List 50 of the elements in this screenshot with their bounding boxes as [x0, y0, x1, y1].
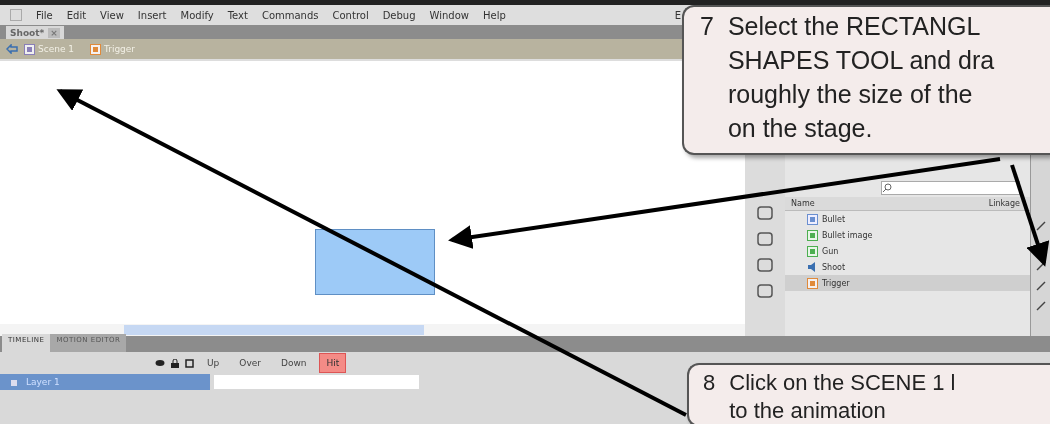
menu-item[interactable]: E	[674, 9, 682, 21]
tool-icon[interactable]	[1035, 281, 1046, 291]
menu-item[interactable]: Insert	[137, 9, 167, 21]
menu-item[interactable]: Help	[483, 9, 506, 21]
tool-icon[interactable]	[1035, 221, 1046, 231]
menu-item[interactable]: File	[36, 9, 53, 21]
horizontal-scrollbar[interactable]	[0, 324, 745, 336]
document-tab[interactable]: Shoot* ×	[6, 26, 64, 39]
search-icon	[882, 183, 892, 193]
menu-item[interactable]: Control	[332, 9, 369, 21]
frame-label[interactable]: Down	[273, 353, 314, 373]
column-header[interactable]: Name	[791, 199, 815, 208]
instruction-callout: 7 Select the RECTANGL SHAPES TOOL and dra roughly the size of the on the stage.	[682, 5, 1050, 155]
instruction-callout: 8 Click on the SCENE 1 l to the animation	[687, 363, 1050, 424]
tool-icon[interactable]	[1035, 261, 1046, 271]
movieclip-symbol-icon	[807, 213, 818, 225]
library-item[interactable]: Trigger	[785, 275, 1030, 291]
speaker-icon	[807, 262, 818, 272]
app-logo-icon	[10, 9, 22, 21]
menu-item[interactable]: Commands	[261, 9, 319, 21]
column-header[interactable]: Linkage	[988, 199, 1020, 208]
library-item[interactable]: Bullet image	[785, 227, 1030, 243]
frame-label[interactable]: Over	[232, 353, 268, 373]
panel-icon[interactable]	[757, 206, 773, 220]
frame-label[interactable]: Up	[200, 353, 227, 373]
button-symbol-icon	[90, 43, 102, 55]
menu-item[interactable]: Edit	[66, 9, 87, 21]
library-item[interactable]: Shoot	[785, 259, 1030, 275]
layer-icon	[10, 377, 20, 387]
graphic-symbol-icon	[807, 245, 818, 257]
button-symbol-icon	[807, 277, 818, 289]
scene-symbol-icon	[24, 43, 35, 55]
library-item[interactable]: Gun	[785, 243, 1030, 259]
outline-icon[interactable]	[185, 358, 194, 368]
tool-icon[interactable]	[1035, 301, 1046, 311]
lock-icon[interactable]	[171, 358, 179, 368]
search-field[interactable]	[881, 181, 1020, 195]
menu-item[interactable]: Debug	[382, 9, 416, 21]
library-item[interactable]: Bullet	[785, 211, 1030, 227]
graphic-symbol-icon	[807, 229, 818, 241]
eye-icon[interactable]	[155, 359, 165, 367]
menu-item[interactable]: Modify	[180, 9, 214, 21]
menu-item[interactable]: Window	[429, 9, 469, 21]
menu-item[interactable]: View	[100, 9, 124, 21]
frame-track[interactable]	[214, 375, 419, 389]
panel-icon[interactable]	[757, 258, 773, 272]
menu-item[interactable]: Text	[227, 9, 248, 21]
panel-icon[interactable]	[757, 284, 773, 298]
panel-icon[interactable]	[757, 232, 773, 246]
frame-label[interactable]: Hit	[319, 353, 347, 373]
